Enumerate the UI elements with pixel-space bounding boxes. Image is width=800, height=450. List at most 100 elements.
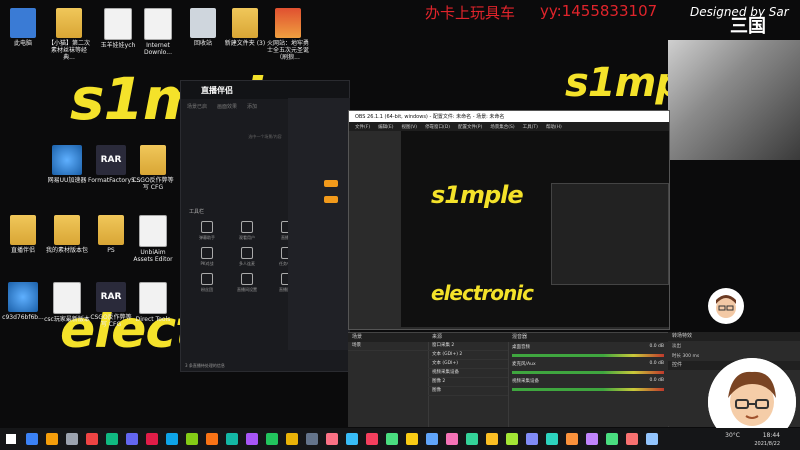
desktop-icon-label: 此电脑	[13, 40, 32, 47]
zhibo-footer[interactable]: 3 条直播待处理的信息	[185, 363, 225, 369]
taskbar-app-icon[interactable]	[486, 433, 498, 445]
taskbar-app-icon[interactable]	[46, 433, 58, 445]
obs-titlebar[interactable]: OBS 26.1.1 (64-bit, windows) - 配置文件: 未命名…	[349, 111, 669, 122]
rar-icon: RAR	[96, 145, 126, 175]
orange-button[interactable]	[324, 196, 338, 203]
taskbar-app-icon[interactable]	[226, 433, 238, 445]
obs-preview[interactable]: s1mple electronic	[401, 131, 669, 327]
volume-meter[interactable]	[512, 371, 664, 374]
taskbar-app-icon[interactable]	[86, 433, 98, 445]
desktop-icon[interactable]: Direct Tools	[130, 282, 176, 323]
desktop-icon[interactable]: CSGO反作弊等写 CFG	[130, 145, 176, 191]
source-item[interactable]: 视频采集设备	[428, 369, 508, 378]
duration-value[interactable]: 300 ms	[682, 354, 699, 359]
taskbar-app-icon[interactable]	[166, 433, 178, 445]
taskbar	[0, 428, 800, 450]
folder-icon	[56, 8, 82, 38]
desktop-icon[interactable]: 【小猫】第二次素材丝袜等经典...	[46, 8, 92, 61]
taskbar-app-icon[interactable]	[466, 433, 478, 445]
zhibo-titlebar[interactable]: 直播伴侣	[181, 81, 349, 99]
taskbar-app-icon[interactable]	[526, 433, 538, 445]
circle-icon	[8, 282, 38, 312]
tool-icon	[201, 247, 213, 259]
source-item[interactable]: 文本 (GDI+) 2	[428, 351, 508, 360]
desktop-icon[interactable]: RAR CSGO反作弊等写 CFG	[88, 282, 134, 328]
zhibo-tab[interactable]: 画面效果	[217, 103, 237, 110]
volume-meter[interactable]	[512, 388, 664, 391]
taskbar-app-icon[interactable]	[646, 433, 658, 445]
source-item[interactable]: 图像 2	[428, 378, 508, 387]
start-icon[interactable]	[6, 434, 16, 444]
obs-menu-item[interactable]: 视图(V)	[401, 124, 417, 130]
taskbar-app-icon[interactable]	[586, 433, 598, 445]
desktop-icon[interactable]: UnbiAim Assets Editor	[130, 215, 176, 263]
obs-menu-item[interactable]: 场景集合(S)	[490, 124, 514, 130]
taskbar-app-icon[interactable]	[446, 433, 458, 445]
obs-menu-item[interactable]: 工具(T)	[523, 124, 538, 130]
taskbar-app-icon[interactable]	[506, 433, 518, 445]
taskbar-app-icon[interactable]	[286, 433, 298, 445]
taskbar-app-icon[interactable]	[366, 433, 378, 445]
taskbar-app-icon[interactable]	[146, 433, 158, 445]
taskbar-app-icon[interactable]	[106, 433, 118, 445]
desktop-icon[interactable]: 回收站	[180, 8, 226, 47]
taskbar-app-icon[interactable]	[246, 433, 258, 445]
obs-menu-item[interactable]: 编辑(E)	[378, 124, 393, 130]
zhibo-tool[interactable]: 弹幕助手	[189, 221, 225, 241]
orange-button[interactable]	[324, 180, 338, 187]
zhibo-tool[interactable]: PK对战	[189, 247, 225, 267]
taskbar-app-icon[interactable]	[606, 433, 618, 445]
taskbar-app-icon[interactable]	[566, 433, 578, 445]
taskbar-app-icon[interactable]	[386, 433, 398, 445]
obs-menu-item[interactable]: 配置文件(P)	[458, 124, 482, 130]
zhibo-tab[interactable]: 添加	[247, 103, 257, 110]
contact-text: yy:1455833107	[540, 2, 658, 20]
taskbar-app-icon[interactable]	[346, 433, 358, 445]
desktop-icon[interactable]: c93d76bf6b...	[0, 282, 46, 321]
zhibo-tool[interactable]: 粉丝团	[189, 273, 225, 293]
desktop-icon[interactable]: csc玩家最新版本	[44, 282, 90, 323]
desktop-icon[interactable]: 网易UU加速器	[44, 145, 90, 184]
tray-time: 18:44	[762, 432, 780, 439]
desktop-icon[interactable]: 新建文件夹 (3)	[222, 8, 268, 47]
taskbar-app-icon[interactable]	[66, 433, 78, 445]
source-item[interactable]: 文本 (GDI+)	[428, 360, 508, 369]
taskbar-app-icon[interactable]	[266, 433, 278, 445]
zhibo-tool[interactable]: 多人连麦	[229, 247, 265, 267]
taskbar-app-icon[interactable]	[126, 433, 138, 445]
source-item[interactable]: 窗口采集 2	[428, 342, 508, 351]
transition-value[interactable]: 淡出	[668, 341, 800, 351]
desktop-icon[interactable]: 我的素材版本包	[44, 215, 90, 254]
desktop-icon[interactable]: Internet Downlo...	[135, 8, 181, 56]
taskbar-app-icon[interactable]	[326, 433, 338, 445]
pc-icon	[10, 8, 36, 38]
obs-menu-item[interactable]: 停靠窗口(D)	[425, 124, 450, 130]
desktop-icon-label: 直播伴侣	[10, 247, 35, 254]
taskbar-app-icon[interactable]	[426, 433, 438, 445]
zhibo-tool[interactable]: 直播间设置	[229, 273, 265, 293]
scene-item[interactable]: 场景	[348, 342, 428, 351]
taskbar-app-icon[interactable]	[26, 433, 38, 445]
obs-menu-item[interactable]: 帮助(H)	[546, 124, 562, 130]
taskbar-app-icon[interactable]	[546, 433, 558, 445]
desktop-icon[interactable]: PS	[88, 215, 134, 254]
mixer-channel-level: 0.0 dB	[649, 361, 664, 366]
obs-window: OBS 26.1.1 (64-bit, windows) - 配置文件: 未命名…	[348, 110, 670, 330]
taskbar-app-icon[interactable]	[626, 433, 638, 445]
tray-date: 2021/8/22	[754, 441, 780, 447]
desktop-icon[interactable]: 直播伴侣	[0, 215, 46, 254]
source-item[interactable]: 图像	[428, 387, 508, 396]
volume-meter[interactable]	[512, 354, 664, 357]
zhibo-tab[interactable]: 场景已启	[187, 103, 207, 110]
taskbar-app-icon[interactable]	[206, 433, 218, 445]
obs-menu-item[interactable]: 文件(F)	[355, 124, 370, 130]
taskbar-app-icon[interactable]	[306, 433, 318, 445]
taskbar-app-icon[interactable]	[186, 433, 198, 445]
taskbar-app-icon[interactable]	[406, 433, 418, 445]
zhibo-tool[interactable]: 观看用户	[229, 221, 265, 241]
desktop-icon-label: CSGO反作弊等写 CFG	[132, 177, 174, 191]
desktop-icon[interactable]: 火网站：地牢勇士全五次元圣诞（刷狼...	[265, 8, 311, 61]
desktop-icon-label: PS	[107, 247, 115, 254]
desktop-icon[interactable]: RAR FormatFactory5...	[88, 145, 141, 184]
desktop-icon[interactable]: 此电脑	[0, 8, 46, 47]
